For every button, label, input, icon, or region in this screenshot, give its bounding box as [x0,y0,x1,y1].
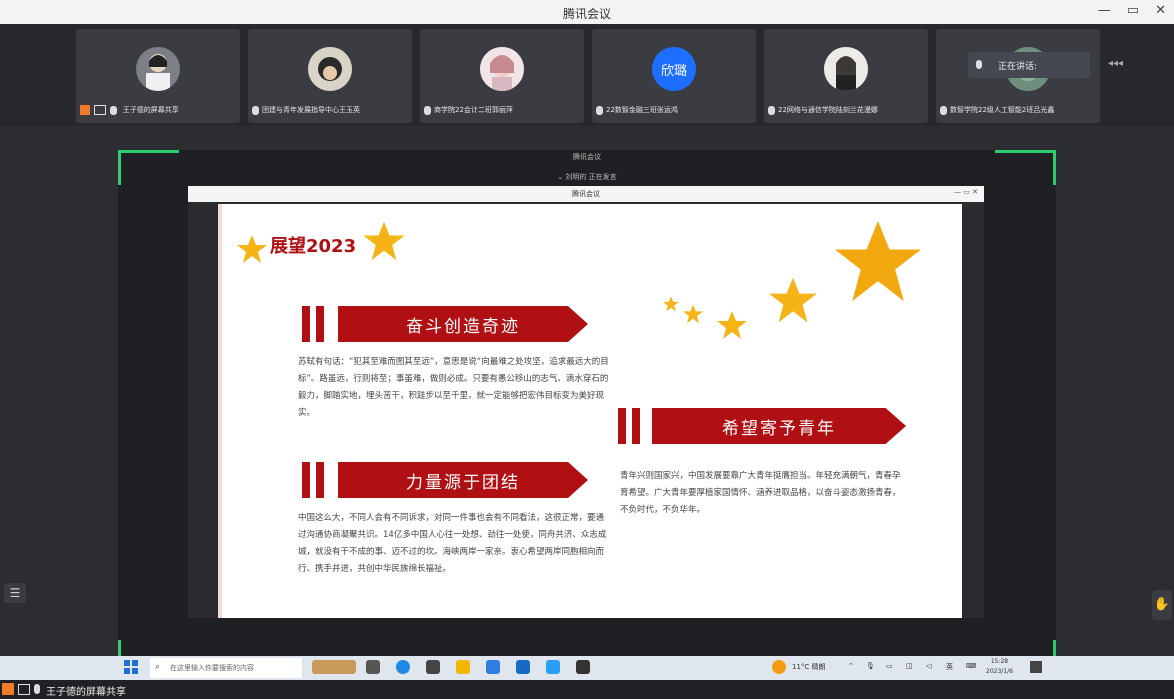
participant-name: 王子德的屏幕共享 [122,106,179,114]
participant-name: 团建与青年发展指导中心王玉英 [262,106,360,114]
mic-icon [596,105,603,115]
voice-wave-icon: ◂◂◂ [1108,58,1124,69]
avatar [136,47,180,91]
clock-date: 2023/1/6 [986,668,1013,675]
taskbar-search-input[interactable]: 在这里输入你要搜索的内容 [150,658,302,678]
share-owner-label: 王子德的屏幕共享 [46,687,126,698]
participant-tile[interactable]: 22网络与通信学院陆刻兰花漫娜 [764,29,928,123]
inner-window-title: 腾讯会议 [188,186,984,202]
avatar [824,47,868,91]
search-icon: ⌕ [155,662,161,672]
speaking-indicator: 正在讲话: [968,52,1090,78]
avatar: 欣璐 [652,47,696,91]
inner-window: 腾讯会议 — ▭ ✕ 展望2023 奋斗创造奇迹 苏轼有句话：“犯其至难而图其至… [188,186,984,618]
section1-text: 苏轼有句话：“犯其至难而图其至远”，意思是说“向最难之处攻坚，追求最远大的目标”… [298,357,609,418]
minimize-button[interactable]: — [1098,3,1111,18]
star-icon [663,296,679,312]
host-icon [80,105,90,115]
close-button[interactable]: ✕ [1155,3,1166,18]
weather-icon [772,660,786,674]
screen-share-icon [18,684,30,695]
participant-tile[interactable]: 欣璐 22数智金融三班张运鸿 [592,29,756,123]
section2-text: 中国这么大，不同人会有不同诉求，对同一件事也会有不同看法，这很正常，要通过沟通协… [298,513,607,574]
screen-share-icon [94,105,107,115]
mic-icon [252,105,259,115]
mic-icon [768,105,775,115]
file-explorer-icon[interactable] [456,660,470,674]
tray-ime-indicator[interactable]: 英 [946,662,953,672]
list-toggle-button[interactable]: ☰ [4,583,26,603]
participant-name: 22网络与通信学院陆刻兰花漫娜 [778,106,878,114]
taskbar-clock[interactable]: 15:28 2023/1/6 [986,657,1013,677]
participant-name: 商学院22会计二班郭丽萍 [434,106,513,114]
tray-network-icon: ◫ [906,662,913,670]
participant-tile[interactable]: 商学院22会计二班郭丽萍 [420,29,584,123]
taskbar-widget-icon[interactable] [312,660,356,674]
notification-icon[interactable] [1030,661,1042,673]
window-titlebar: 腾讯会议 — ▭ ✕ [0,0,1174,25]
restore-button[interactable]: ▭ [1127,3,1139,18]
section1-heading: 奋斗创造奇迹 [338,306,588,342]
camera-icon[interactable] [426,660,440,674]
share-status-label: ⌄ 刘明的 正在发言 [557,173,617,181]
mic-icon [976,60,982,69]
windows-start-icon[interactable] [124,660,138,674]
store-icon[interactable] [486,660,500,674]
mic-icon [34,684,40,694]
star-icon [683,304,703,324]
section3-text: 青年兴则国家兴，中国发展要靠广大青年挺膺担当。年轻充满朝气，青春孕育希望。广大青… [620,471,901,515]
tray-volume-icon: ◁ [926,662,932,670]
clock-time: 15:28 [990,658,1009,665]
participant-tile[interactable]: 王子德的屏幕共享 [76,29,240,123]
window-title: 腾讯会议 [562,7,611,21]
star-icon [835,220,921,302]
participant-name: 22数智金融三班张运鸿 [606,106,678,114]
host-icon [2,683,14,695]
shared-screen: 腾讯会议 ⌄ 刘明的 正在发言 腾讯会议 — ▭ ✕ 展望2023 奋斗创造奇迹… [118,150,1056,675]
participant-name: 数智学院22级人工智能2班吕光鑫 [950,106,1055,114]
tray-chevron-icon[interactable]: ⌃ [848,662,854,670]
meeting-app-icon[interactable] [546,660,560,674]
task-view-icon[interactable] [366,660,380,674]
photos-icon[interactable] [516,660,530,674]
tray-battery-icon: ▭ [886,662,893,670]
presentation-slide: 展望2023 奋斗创造奇迹 苏轼有句话：“犯其至难而图其至远”，意思是说“向最难… [218,204,962,618]
star-icon [769,277,817,323]
star-icon [717,311,747,339]
share-app-label: 腾讯会议 [573,153,601,161]
hand-raise-button[interactable]: ✋ [1152,590,1172,620]
speaking-label: 正在讲话: [998,62,1038,72]
slide-title: 展望2023 [270,236,357,257]
bottom-status-bar: 王子德的屏幕共享 [0,680,1174,699]
media-player-icon[interactable] [576,660,590,674]
star-icon [363,221,405,261]
tray-mic-icon: 🎙 [866,662,875,670]
section3-heading: 希望寄予青年 [652,408,906,444]
participant-tile[interactable]: 团建与青年发展指导中心王玉英 [248,29,412,123]
edge-browser-icon[interactable] [396,660,410,674]
share-status-text: 刘明的 正在发言 [565,173,617,181]
inner-window-controls[interactable]: — ▭ ✕ [954,188,978,196]
star-icon [237,235,267,263]
section2-heading: 力量源于团结 [338,462,588,498]
os-taskbar: 在这里输入你要搜索的内容 ⌕ 11°C 晴朗 ⌃ 🎙 ▭ ◫ ◁ 英 ⌨ 15:… [0,656,1174,680]
avatar [480,47,524,91]
tray-keyboard-icon: ⌨ [966,662,977,670]
mic-icon [940,105,947,115]
weather-text: 11°C 晴朗 [792,663,826,671]
avatar [308,47,352,91]
mic-icon [110,105,118,115]
mic-icon [424,105,431,115]
